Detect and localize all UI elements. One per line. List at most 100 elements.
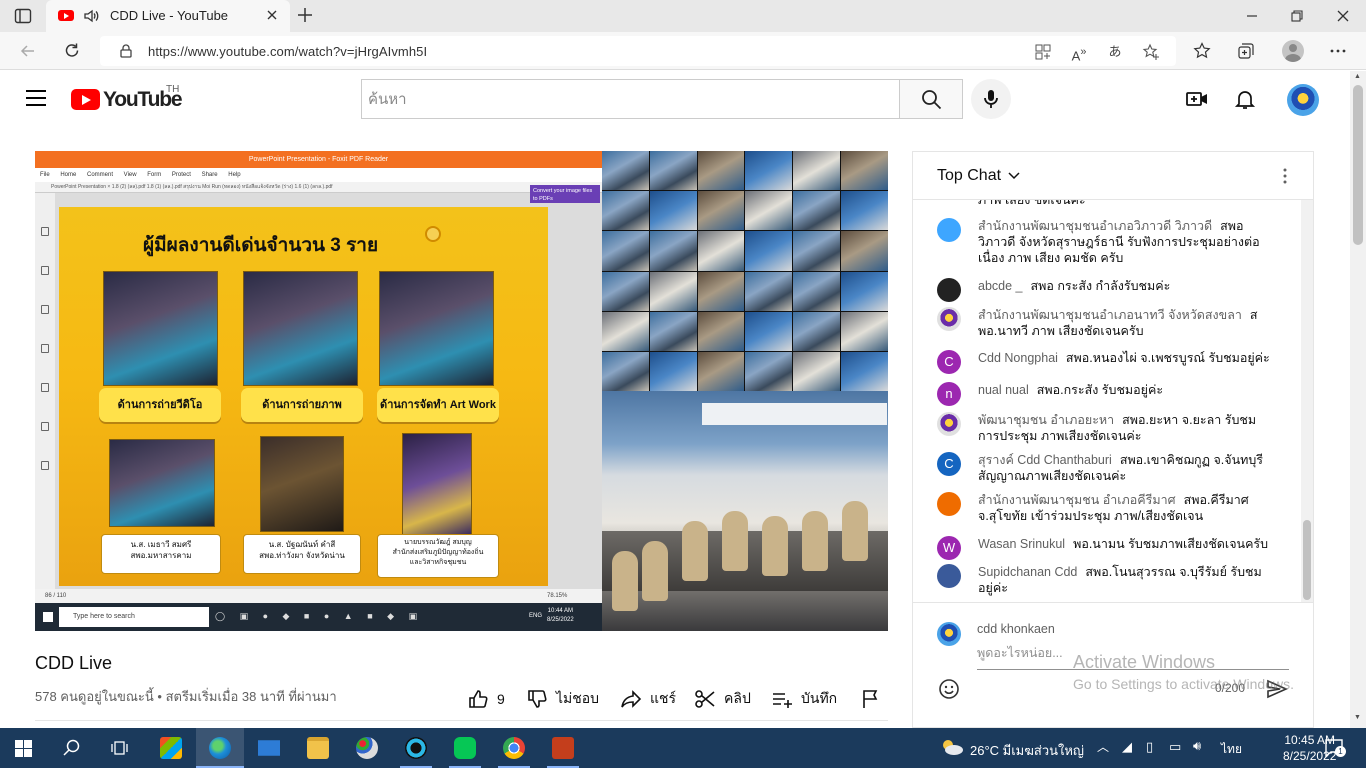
file-explorer-app[interactable] [294,728,342,768]
user-avatar[interactable]: W [937,536,961,560]
search-button[interactable] [899,79,963,119]
user-avatar[interactable] [937,492,961,516]
shared-app-icons: ◯ ▣ ● ◆ ■ ● ▲ ■ ◆ ▣ [215,611,424,621]
user-avatar[interactable] [937,564,961,588]
meeting-room-camera [602,391,888,631]
scroll-down-icon[interactable]: ▼ [1354,714,1361,721]
webex-app[interactable] [392,728,440,768]
menu-icon[interactable] [26,90,46,106]
speaker-icon[interactable] [82,7,100,25]
pdf-window-title: PowerPoint Presentation - Foxit PDF Read… [248,156,389,163]
divider [35,720,888,721]
chat-scroll-thumb[interactable] [1303,520,1311,600]
chevron-up-icon[interactable]: ︿ [1097,738,1109,755]
refresh-icon[interactable] [62,41,82,61]
user-avatar[interactable] [937,218,961,242]
user-avatar[interactable] [937,278,961,302]
translate-icon[interactable]: あ [1106,43,1124,61]
back-icon[interactable] [18,41,38,61]
dislike-button[interactable]: ไม่ชอบ [526,688,599,710]
new-tab-icon[interactable] [296,6,314,24]
voice-search-button[interactable] [971,79,1011,119]
message-author[interactable]: nual nual [978,383,1029,397]
url-text[interactable]: https://www.youtube.com/watch?v=jHrgAIvm… [148,44,427,59]
scroll-up-icon[interactable]: ▲ [1354,73,1361,80]
message-author[interactable]: สำนักงานพัฒนาชุมชนอำเภอนาทวี จังหวัดสงขล… [978,308,1242,322]
chevron-down-icon[interactable] [1007,168,1021,182]
weather-text[interactable]: 26°C มีเมฆส่วนใหญ่ [970,740,1084,761]
address-bar[interactable]: https://www.youtube.com/watch?v=jHrgAIvm… [100,36,1176,66]
page-scrollbar[interactable]: ▲ ▼ [1350,71,1366,728]
message-author[interactable]: สำนักงานพัฒนาชุมชนอำเภอวิภาวดี วิภาวดี [978,219,1212,233]
message-author[interactable]: Supidchanan Cdd [978,565,1077,579]
message-text: ภาพ เสียง ชัดเจนค่ะ [978,200,1086,207]
chrome-app[interactable] [490,728,538,768]
dislike-label: ไม่ชอบ [556,690,600,706]
report-button[interactable] [860,688,882,710]
create-video-icon[interactable] [1185,87,1209,111]
line-app[interactable] [441,728,489,768]
active-tab[interactable]: CDD Live - YouTube [46,0,290,32]
share-button[interactable]: แชร์ [620,688,676,710]
page-scroll-thumb[interactable] [1353,85,1363,245]
message-author[interactable]: Wasan Srinukul [978,537,1065,551]
chat-scrollbar[interactable] [1301,200,1313,602]
message-author[interactable]: สุรางค์ Cdd Chanthaburi [978,453,1112,467]
favorites-icon[interactable] [1192,41,1212,61]
clip-button[interactable]: คลิป [694,688,751,710]
more-vert-icon[interactable] [1277,166,1293,186]
paint-app[interactable] [343,728,391,768]
user-avatar[interactable]: C [937,452,961,476]
my-channel-name: cdd khonkaen [977,622,1055,636]
activate-windows-watermark: Activate Windows Go to Settings to activ… [1073,652,1294,692]
close-window-icon[interactable] [1333,6,1353,26]
message-author[interactable]: abcde _ [978,279,1022,293]
microsoft-store-app[interactable] [147,728,195,768]
powerpoint-app[interactable] [539,728,587,768]
user-avatar[interactable] [937,307,961,331]
collections-icon[interactable] [1236,41,1256,61]
user-avatar[interactable] [937,412,961,436]
input-language[interactable]: ไทย [1221,740,1242,759]
taskbar-search-icon[interactable] [63,739,81,757]
share-icon [621,690,642,708]
like-button[interactable]: 9 [467,688,505,710]
more-options-icon[interactable] [1328,41,1348,61]
message-author[interactable]: พัฒนาชุมชน อำเภอยะหา [978,413,1114,427]
task-view-icon[interactable] [110,739,129,757]
close-tab-icon[interactable] [264,7,280,23]
lock-icon[interactable] [118,43,134,59]
tab-actions-icon[interactable] [14,7,32,25]
wifi-icon[interactable]: ◢ [1122,739,1132,755]
search-box[interactable] [361,79,900,119]
message-author[interactable]: Cdd Nongphai [978,351,1058,365]
search-input[interactable] [362,80,900,118]
emoji-icon[interactable] [937,677,961,701]
chat-message: abcde _ สพอ กระสัง กำลังรับชมค่ะ [937,278,1273,302]
thumbs-up-icon [469,690,488,708]
save-button[interactable]: บันทึก [771,688,837,710]
start-windows-icon[interactable] [15,740,32,757]
youtube-logo[interactable]: YouTube TH [71,84,191,112]
weather-cloud-icon[interactable] [940,738,964,756]
user-avatar[interactable]: n [937,382,961,406]
notification-count-badge: 1 [1335,746,1346,757]
message-author[interactable]: สำนักงานพัฒนาชุมชน อำเภอคีรีมาศ [978,493,1176,507]
app-available-icon[interactable] [1034,43,1052,61]
edge-app[interactable] [196,728,244,768]
profile-avatar[interactable] [1282,40,1304,62]
restore-icon[interactable] [1287,6,1307,26]
chat-message-list[interactable]: ภาพ เสียง ชัดเจนค่ะ สำนักงานพัฒนาชุมชนอำ… [913,200,1299,602]
video-player[interactable]: PowerPoint Presentation - Foxit PDF Read… [35,151,888,631]
notifications-bell-icon[interactable] [1233,87,1257,111]
account-avatar[interactable] [1287,84,1319,116]
minimize-icon[interactable] [1242,6,1262,26]
mail-app[interactable] [245,728,293,768]
add-favorite-icon[interactable] [1142,43,1160,61]
volume-icon[interactable]: 🔊︎ [1193,738,1201,754]
chat-mode-label[interactable]: Top Chat [937,167,1001,185]
battery-icon[interactable]: ▭ [1169,739,1181,755]
read-aloud-icon[interactable]: A» [1070,43,1088,63]
user-avatar[interactable]: C [937,350,961,374]
phone-link-icon[interactable]: ▯ [1146,739,1153,755]
